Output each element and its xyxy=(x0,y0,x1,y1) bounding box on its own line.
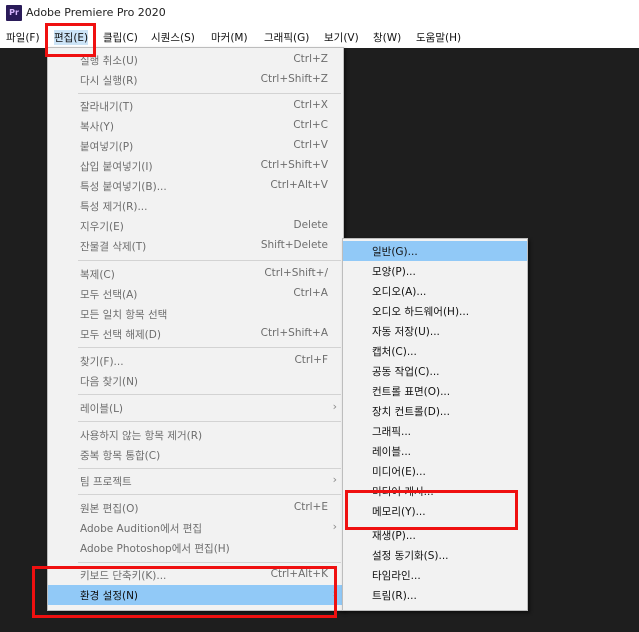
premiere-app-icon: Pr xyxy=(6,5,22,21)
edit-menu-dropdown: 실행 취소(U) Ctrl+Z 다시 실행(R) Ctrl+Shift+Z 잘라… xyxy=(47,47,344,611)
annotation-highlight-preferences xyxy=(32,566,337,618)
submenu-item-control-surface[interactable]: 컨트롤 표면(O)... xyxy=(343,381,527,401)
menu-item-edit-in-audition[interactable]: Adobe Audition에서 편집 › xyxy=(48,518,343,538)
menu-item-duplicate[interactable]: 복제(C) Ctrl+Shift+/ xyxy=(48,264,343,284)
preferences-submenu: 일반(G)... 모양(P)... 오디오(A)... 오디오 하드웨어(H).… xyxy=(342,238,528,611)
menu-item-select-all-matching[interactable]: 모든 일치 항목 선택 xyxy=(48,304,343,324)
submenu-item-sync-settings[interactable]: 설정 동기화(S)... xyxy=(343,545,527,565)
submenu-chevron-icon: › xyxy=(332,520,337,533)
annotation-highlight-edit-menu xyxy=(45,23,96,57)
menu-window[interactable]: 창(W) xyxy=(373,30,401,45)
submenu-item-auto-save[interactable]: 자동 저장(U)... xyxy=(343,321,527,341)
window-title: Adobe Premiere Pro 2020 xyxy=(26,6,166,19)
menu-item-copy[interactable]: 복사(Y) Ctrl+C xyxy=(48,116,343,136)
menu-item-find-next[interactable]: 다음 찾기(N) xyxy=(48,371,343,391)
menu-item-paste[interactable]: 붙여넣기(P) Ctrl+V xyxy=(48,136,343,156)
submenu-chevron-icon: › xyxy=(332,400,337,413)
submenu-item-capture[interactable]: 캡처(C)... xyxy=(343,341,527,361)
menu-sequence[interactable]: 시퀀스(S) xyxy=(151,30,195,45)
submenu-item-timeline[interactable]: 타임라인... xyxy=(343,565,527,585)
menu-item-redo[interactable]: 다시 실행(R) Ctrl+Shift+Z xyxy=(48,70,343,90)
menu-item-deselect-all[interactable]: 모두 선택 해제(D) Ctrl+Shift+A xyxy=(48,324,343,344)
menu-item-ripple-delete[interactable]: 잔물결 삭제(T) Shift+Delete xyxy=(48,236,343,256)
menu-separator xyxy=(78,562,341,563)
menu-separator xyxy=(78,260,341,261)
menu-item-team-project[interactable]: 팀 프로젝트 › xyxy=(48,471,343,491)
submenu-item-collaboration[interactable]: 공동 작업(C)... xyxy=(343,361,527,381)
submenu-item-device-control[interactable]: 장치 컨트롤(D)... xyxy=(343,401,527,421)
submenu-item-labels[interactable]: 레이블... xyxy=(343,441,527,461)
menu-item-cut[interactable]: 잘라내기(T) Ctrl+X xyxy=(48,96,343,116)
menu-help[interactable]: 도움말(H) xyxy=(416,30,461,45)
menu-separator xyxy=(78,347,341,348)
menu-file[interactable]: 파일(F) xyxy=(6,30,40,45)
menu-item-remove-unused[interactable]: 사용하지 않는 항목 제거(R) xyxy=(48,425,343,445)
menu-item-label[interactable]: 레이블(L) › xyxy=(48,398,343,418)
submenu-item-appearance[interactable]: 모양(P)... xyxy=(343,261,527,281)
menu-graphics[interactable]: 그래픽(G) xyxy=(264,30,309,45)
annotation-highlight-memory xyxy=(345,490,518,530)
menu-item-consolidate-duplicates[interactable]: 중복 항목 통합(C) xyxy=(48,445,343,465)
menu-item-paste-insert[interactable]: 삽입 붙여넣기(I) Ctrl+Shift+V xyxy=(48,156,343,176)
menu-item-edit-original[interactable]: 원본 편집(O) Ctrl+E xyxy=(48,498,343,518)
submenu-item-general[interactable]: 일반(G)... xyxy=(343,241,527,261)
menu-separator xyxy=(78,468,341,469)
menu-separator xyxy=(78,421,341,422)
menu-item-select-all[interactable]: 모두 선택(A) Ctrl+A xyxy=(48,284,343,304)
menu-item-edit-in-photoshop[interactable]: Adobe Photoshop에서 편집(H) xyxy=(48,538,343,558)
submenu-item-media[interactable]: 미디어(E)... xyxy=(343,461,527,481)
submenu-chevron-icon: › xyxy=(332,473,337,486)
submenu-item-graphics[interactable]: 그래픽... xyxy=(343,421,527,441)
menu-item-paste-attributes[interactable]: 특성 붙여넣기(B)... Ctrl+Alt+V xyxy=(48,176,343,196)
menu-clip[interactable]: 클립(C) xyxy=(103,30,138,45)
menu-view[interactable]: 보기(V) xyxy=(324,30,359,45)
menu-separator xyxy=(78,494,341,495)
menu-separator xyxy=(78,394,341,395)
menu-separator xyxy=(78,93,341,94)
submenu-item-audio[interactable]: 오디오(A)... xyxy=(343,281,527,301)
menu-item-find[interactable]: 찾기(F)... Ctrl+F xyxy=(48,351,343,371)
menu-item-clear[interactable]: 지우기(E) Delete xyxy=(48,216,343,236)
menu-marker[interactable]: 마커(M) xyxy=(211,30,248,45)
submenu-item-trim[interactable]: 트림(R)... xyxy=(343,585,527,605)
menu-item-remove-attributes[interactable]: 특성 제거(R)... xyxy=(48,196,343,216)
submenu-item-audio-hardware[interactable]: 오디오 하드웨어(H)... xyxy=(343,301,527,321)
